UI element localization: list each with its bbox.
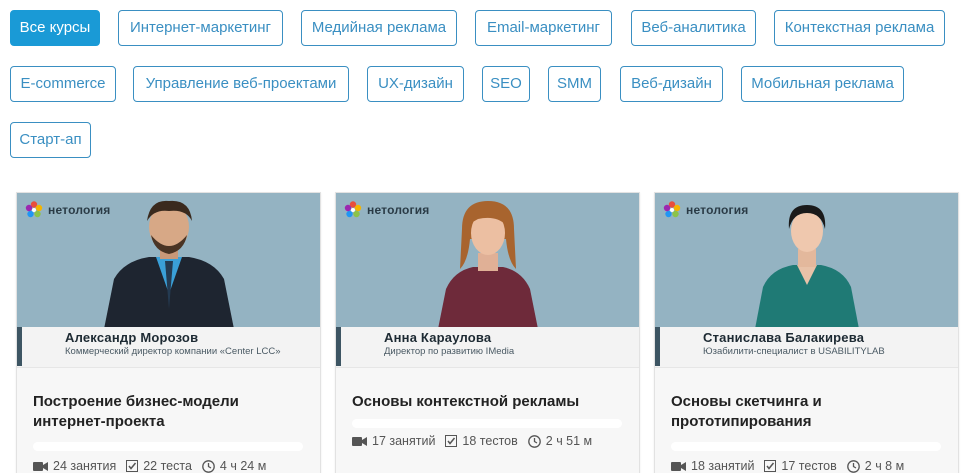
- filter-web-analytics[interactable]: Веб-аналитика: [631, 10, 756, 46]
- lessons-count: 18 занятий: [691, 459, 755, 473]
- filter-ux-design[interactable]: UX-дизайн: [367, 66, 464, 102]
- tests-count: 17 тестов: [781, 459, 837, 473]
- video-camera-icon: [671, 461, 686, 471]
- course-title[interactable]: Основы контекстной рекламы: [352, 392, 622, 412]
- course-duration: 4 ч 24 м: [219, 459, 267, 473]
- course-meta: 18 занятий 17 тестов 2 ч 8 м: [671, 459, 914, 473]
- card-body: Основы скетчинга и прототипирования 18 з…: [655, 367, 958, 473]
- instructor-portrait: [754, 205, 859, 329]
- instructor-name: Станислава Балакирева: [703, 330, 865, 345]
- flower-logo-icon: [344, 201, 362, 218]
- instructor-portrait: [103, 200, 234, 329]
- flower-logo-icon: [25, 201, 43, 218]
- instructor-role: Коммерческий директор компании «Center L…: [65, 346, 281, 357]
- course-card[interactable]: нетология Александр Морозов Коммерческий…: [16, 192, 321, 473]
- filter-web-design[interactable]: Веб-дизайн: [620, 66, 723, 102]
- filter-mobile-ads[interactable]: Мобильная реклама: [741, 66, 904, 102]
- course-progress-bar: [33, 442, 303, 451]
- checkbox-icon: [126, 460, 139, 472]
- instructor-photo: нетология: [17, 193, 320, 329]
- instructor-name: Анна Караулова: [384, 330, 492, 345]
- course-title[interactable]: Построение бизнес-модели интернет-проект…: [33, 392, 303, 432]
- card-body: Основы контекстной рекламы 17 занятий 18…: [336, 367, 639, 473]
- card-body: Построение бизнес-модели интернет-проект…: [17, 367, 320, 473]
- checkbox-icon: [764, 460, 777, 472]
- instructor-photo: нетология: [336, 193, 639, 329]
- instructor-namebar: Станислава Балакирева Юзабилити-специали…: [655, 327, 958, 366]
- course-duration: 2 ч 51 м: [545, 434, 593, 448]
- instructor-role: Директор по развитию IMedia: [384, 346, 515, 357]
- lessons-count: 24 занятия: [53, 459, 117, 473]
- instructor-portrait: [437, 201, 538, 329]
- video-camera-icon: [33, 461, 48, 471]
- course-meta: 24 занятия 22 теста 4 ч 24 м: [33, 459, 276, 473]
- course-card[interactable]: нетология Анна Караулова Директор по раз…: [335, 192, 640, 473]
- instructor-role: Юзабилити-специалист в USABILITYLAB: [703, 346, 885, 357]
- lessons-count: 17 занятий: [372, 434, 436, 448]
- instructor-photo: нетология: [655, 193, 958, 329]
- video-camera-icon: [352, 436, 367, 446]
- filter-startup[interactable]: Старт-ап: [10, 122, 91, 158]
- clock-icon: [846, 459, 860, 473]
- filter-smm[interactable]: SMM: [548, 66, 601, 102]
- filter-media-ads[interactable]: Медийная реклама: [301, 10, 457, 46]
- tests-count: 22 теста: [143, 459, 192, 473]
- filter-email-marketing[interactable]: Email-маркетинг: [475, 10, 612, 46]
- filter-ecommerce[interactable]: E-commerce: [10, 66, 116, 102]
- flower-logo-icon: [663, 201, 681, 218]
- clock-icon: [202, 459, 215, 473]
- filter-internet-marketing[interactable]: Интернет-маркетинг: [118, 10, 283, 46]
- instructor-namebar: Анна Караулова Директор по развитию IMed…: [336, 327, 639, 366]
- filter-seo[interactable]: SEO: [482, 66, 530, 102]
- course-progress-bar: [671, 442, 941, 451]
- course-meta: 17 занятий 18 тестов 2 ч 51 м: [352, 434, 602, 448]
- filter-web-project-management[interactable]: Управление веб-проектами: [133, 66, 349, 102]
- clock-icon: [527, 434, 541, 448]
- filter-all-courses[interactable]: Все курсы: [10, 10, 100, 46]
- filter-context-ads[interactable]: Контекстная реклама: [774, 10, 945, 46]
- course-progress-bar: [352, 419, 622, 428]
- course-title[interactable]: Основы скетчинга и прототипирования: [671, 392, 941, 432]
- instructor-name: Александр Морозов: [65, 330, 199, 345]
- course-card[interactable]: нетология Станислава Балакирева Юзабилит…: [654, 192, 959, 473]
- course-duration: 2 ч 8 м: [864, 459, 905, 473]
- checkbox-icon: [445, 435, 458, 447]
- instructor-namebar: Александр Морозов Коммерческий директор …: [17, 327, 320, 366]
- tests-count: 18 тестов: [462, 434, 518, 448]
